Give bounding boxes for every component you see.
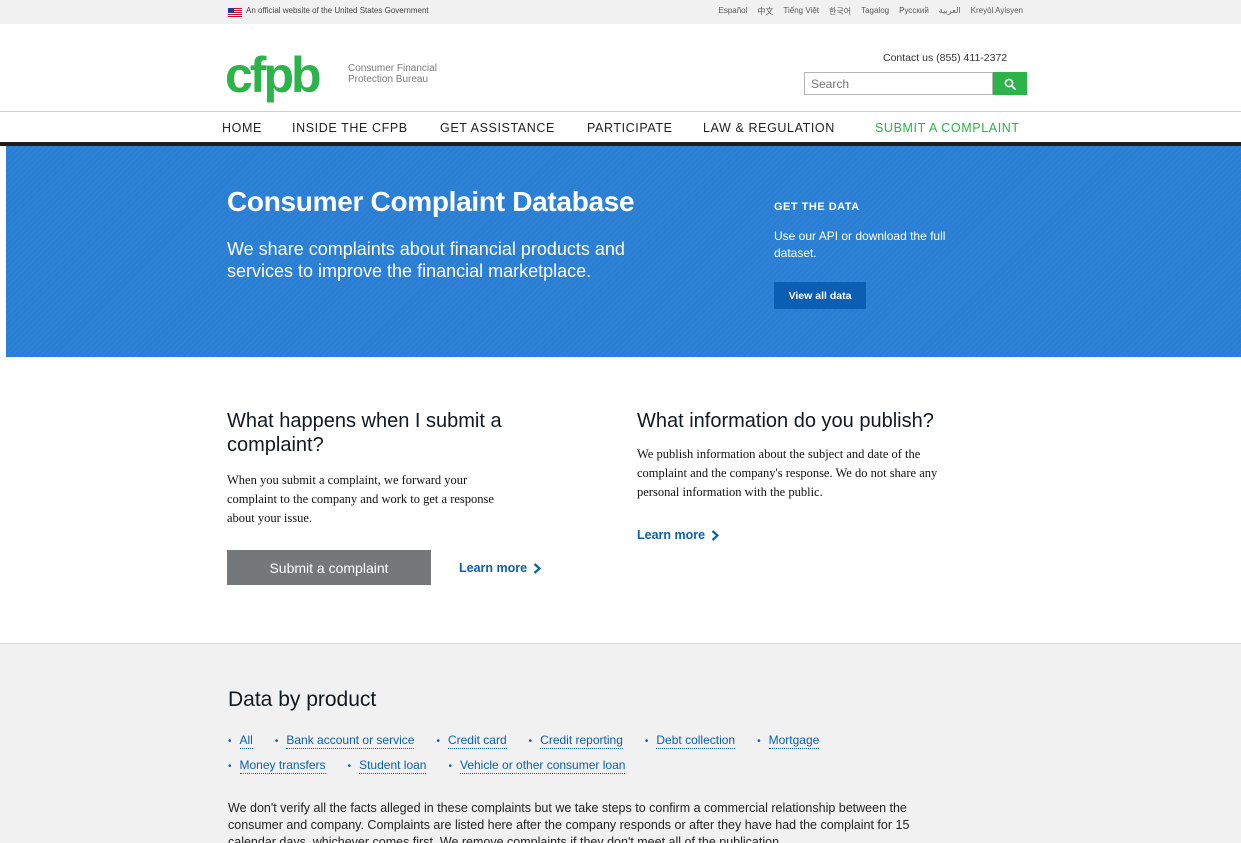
data-by-product-heading: Data by product [228, 688, 377, 711]
list-item: • Money transfers [228, 758, 326, 774]
get-the-data-text: Use our API or download the full dataset… [774, 229, 946, 260]
logo-line-1: Consumer Financial [348, 63, 437, 74]
list-item: • Vehicle or other consumer loan [448, 758, 626, 774]
list-item: • Credit reporting [529, 733, 623, 749]
list-item: • Mortgage [757, 733, 820, 749]
logo-text: Consumer Financial Protection Bureau [348, 63, 437, 85]
list-item: • Student loan [348, 758, 427, 774]
search-icon [1004, 78, 1016, 90]
submit-complaint-button[interactable]: Submit a complaint [227, 550, 431, 585]
learn-more-label: Learn more [637, 528, 706, 542]
get-the-data-heading: GET THE DATA [774, 201, 860, 213]
language-link[interactable]: 한국어 [829, 6, 851, 17]
cfpb-logo[interactable]: cfpb [225, 47, 322, 103]
bullet-icon: • [528, 735, 533, 747]
list-item: • Credit card [436, 733, 507, 749]
chevron-right-icon [711, 529, 720, 541]
list-item: • All [228, 733, 253, 749]
publish-info-text: We publish information about the subject… [637, 447, 938, 499]
site-header [0, 24, 1241, 112]
bullet-icon: • [644, 735, 649, 747]
bullet-icon: • [228, 760, 232, 772]
language-link[interactable]: Español [718, 6, 747, 17]
language-link[interactable]: Русский [899, 6, 929, 17]
product-link-mortgage[interactable]: Mortgage [768, 733, 820, 749]
product-link-bank-account[interactable]: Bank account or service [286, 733, 415, 749]
language-link[interactable]: العربية [939, 6, 961, 17]
main-nav: HOME INSIDE THE CFPB GET ASSISTANCE PART… [0, 111, 1241, 146]
search-input[interactable] [804, 72, 993, 95]
learn-more-link-publish[interactable]: Learn more [637, 528, 720, 542]
language-link[interactable]: Tiếng Việt [783, 6, 819, 17]
nav-submit-a-complaint[interactable]: SUBMIT A COMPLAINT [875, 121, 1020, 135]
hero-banner: Consumer Complaint Database We share com… [6, 146, 1241, 357]
search-button[interactable] [993, 72, 1027, 95]
bullet-icon: • [347, 760, 352, 772]
product-list: • All • Bank account or service • Credit ca… [228, 733, 841, 749]
language-list: Español 中文 Tiếng Việt 한국어 Tagalog Русски… [718, 6, 1023, 17]
learn-more-link-submit[interactable]: Learn more [459, 561, 542, 575]
product-link-money-transfers[interactable]: Money transfers [239, 758, 326, 774]
nav-get-assistance[interactable]: GET ASSISTANCE [440, 121, 555, 135]
product-link-credit-card[interactable]: Credit card [447, 733, 507, 749]
language-link[interactable]: Tagalog [861, 6, 889, 17]
submit-complaint-text: When you submit a complaint, we forward … [227, 473, 494, 525]
bullet-icon: • [228, 735, 232, 747]
product-link-all[interactable]: All [239, 733, 253, 749]
learn-more-label: Learn more [459, 561, 528, 575]
list-item: • Bank account or service [275, 733, 415, 749]
contact-us[interactable]: Contact us (855) 411-2372 [883, 52, 1007, 64]
gov-banner-text: An official website of the United States… [246, 6, 429, 15]
product-link-credit-reporting[interactable]: Credit reporting [540, 733, 623, 749]
us-flag-icon [228, 8, 242, 17]
gov-banner: An official website of the United States… [0, 0, 1241, 24]
nav-inside-the-cfpb[interactable]: INSIDE THE CFPB [292, 121, 408, 135]
publish-info-heading: What information do you publish? [637, 410, 934, 432]
bullet-icon: • [274, 735, 279, 747]
product-list-row-2: • Money transfers • Student loan • Vehicle … [228, 758, 647, 774]
bullet-icon: • [436, 735, 440, 747]
language-link[interactable]: Kreyòl Ayisyen [971, 6, 1023, 17]
view-all-data-button[interactable]: View all data [774, 282, 866, 309]
product-link-debt-collection[interactable]: Debt collection [656, 733, 736, 749]
page-title: Consumer Complaint Database [227, 186, 635, 217]
logo-mark: cfpb [225, 47, 322, 103]
nav-participate[interactable]: PARTICIPATE [587, 121, 673, 135]
data-by-product-section: Data by product • All • Bank account or se… [0, 643, 1241, 843]
hero-subtitle: We share complaints about financial prod… [227, 239, 625, 281]
language-link[interactable]: 中文 [757, 6, 773, 17]
disclaimer-text: We don't verify all the facts alleged in… [228, 801, 910, 843]
bullet-icon: • [448, 760, 452, 772]
nav-home[interactable]: HOME [222, 121, 262, 135]
product-link-vehicle-loan[interactable]: Vehicle or other consumer loan [459, 758, 626, 774]
nav-law-regulation[interactable]: LAW & REGULATION [703, 121, 835, 135]
list-item: • Debt collection [644, 733, 736, 749]
submit-complaint-heading: What happens when I submit a complaint? [227, 410, 502, 456]
product-link-student-loan[interactable]: Student loan [359, 758, 427, 774]
chevron-right-icon [533, 562, 542, 574]
bullet-icon: • [757, 735, 761, 747]
logo-line-2: Protection Bureau [348, 74, 429, 85]
